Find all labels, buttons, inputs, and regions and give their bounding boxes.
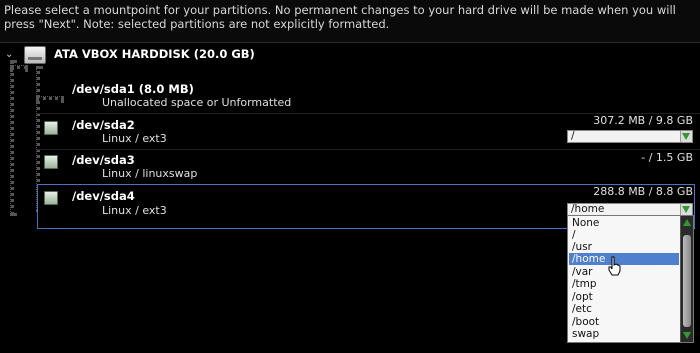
- mountpoint-select-sda2[interactable]: /: [567, 130, 693, 143]
- dropdown-option[interactable]: None: [569, 217, 679, 229]
- scroll-down-arrow-icon[interactable]: [683, 332, 691, 339]
- collapse-expander-icon[interactable]: ⌄: [5, 49, 13, 60]
- dropdown-option[interactable]: /usr: [569, 241, 679, 253]
- partition-name-sda3[interactable]: /dev/sda3: [72, 153, 135, 167]
- tree-connector: [10, 65, 28, 69]
- dropdown-option[interactable]: /etc: [569, 303, 679, 315]
- dropdown-arrow-icon[interactable]: [680, 131, 692, 142]
- row-separator: [37, 149, 700, 150]
- partition-size-sda3: - / 1.5 GB: [641, 151, 693, 164]
- dropdown-option[interactable]: /tmp: [569, 278, 679, 290]
- dropdown-option[interactable]: /boot: [569, 316, 679, 328]
- scroll-up-arrow-icon[interactable]: [683, 219, 691, 226]
- instructions-text: Please select a mountpoint for your part…: [4, 3, 676, 31]
- mountpoint-dropdown-list[interactable]: None / /usr /home /var /tmp /opt /etc /b…: [567, 215, 694, 343]
- partition-name-sda1[interactable]: /dev/sda1 (8.0 MB): [72, 82, 194, 96]
- partition-desc-sda2: Linux / ext3: [102, 132, 167, 145]
- partition-name-sda2[interactable]: /dev/sda2: [72, 118, 135, 132]
- partition-desc-sda4: Linux / ext3: [102, 204, 167, 217]
- partition-icon: [44, 155, 58, 169]
- dropdown-scrollbar[interactable]: [680, 216, 693, 342]
- dropdown-option[interactable]: /var: [569, 266, 679, 278]
- dropdown-option[interactable]: swap: [569, 328, 679, 340]
- tree-connector: [36, 96, 64, 100]
- tree-connector: [10, 60, 14, 216]
- harddisk-icon: [24, 46, 46, 64]
- partition-icon: [44, 191, 58, 205]
- partition-icon: [44, 121, 58, 135]
- partition-desc-sda1: Unallocated space or Unformatted: [102, 96, 292, 109]
- scrollbar-thumb[interactable]: [683, 235, 691, 327]
- mountpoint-value: /home: [571, 203, 605, 215]
- partition-size-sda2: 307.2 MB / 9.8 GB: [593, 114, 693, 127]
- dropdown-arrow-icon[interactable]: [680, 204, 692, 215]
- disk-title: ATA VBOX HARDDISK (20.0 GB): [54, 47, 255, 61]
- partition-name-sda4[interactable]: /dev/sda4: [72, 189, 135, 203]
- dropdown-option[interactable]: /opt: [569, 291, 679, 303]
- partition-size-sda4: 288.8 MB / 8.8 GB: [593, 185, 693, 198]
- mountpoint-value: /: [571, 130, 575, 142]
- partition-desc-sda3: Linux / linuxswap: [102, 167, 198, 180]
- mouse-cursor-hand-icon: [608, 256, 621, 276]
- dropdown-option[interactable]: /: [569, 229, 679, 241]
- dropdown-option-highlighted[interactable]: /home: [569, 253, 679, 265]
